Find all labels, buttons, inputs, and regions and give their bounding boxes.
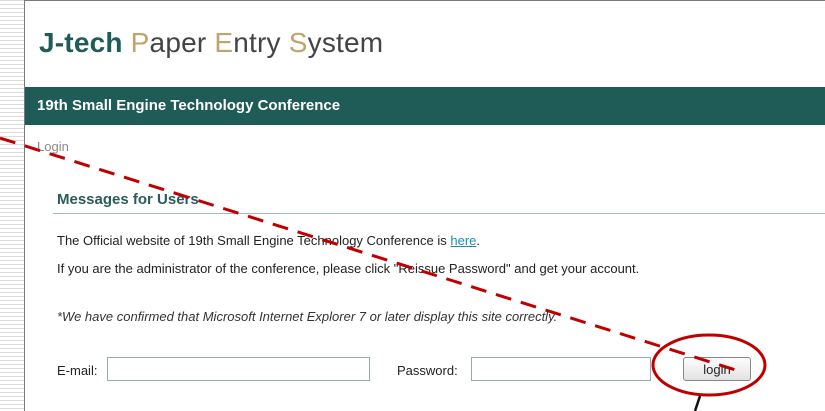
line1-suffix: . (476, 233, 481, 248)
password-field[interactable] (471, 357, 651, 381)
email-field[interactable] (107, 357, 370, 381)
logo-ntry: ntry (233, 27, 289, 58)
official-site-link[interactable]: here (450, 233, 476, 248)
login-button[interactable]: login (683, 357, 751, 381)
site-logo: J-tech Paper Entry System (39, 27, 383, 59)
logo-s: S (288, 27, 308, 58)
striped-margin (0, 0, 24, 411)
password-label: Password: (397, 363, 458, 378)
conference-title-bar: 19th Small Engine Technology Conference (25, 87, 825, 125)
logo-e: E (214, 27, 234, 58)
message-line-1: The Official website of 19th Small Engin… (57, 233, 480, 248)
message-line-2: If you are the administrator of the conf… (57, 261, 640, 276)
logo-ystem: ystem (307, 27, 384, 58)
breadcrumb: Login (37, 139, 69, 154)
messages-heading: Messages for Users (57, 191, 199, 208)
logo-aper: aper (149, 27, 215, 58)
logo-jtech: J-tech (39, 27, 123, 58)
browser-note: *We have confirmed that Microsoft Intern… (57, 309, 558, 324)
logo-p: P (130, 27, 150, 58)
heading-divider (53, 213, 825, 214)
page-frame: J-tech Paper Entry System 19th Small Eng… (24, 0, 825, 411)
email-label: E-mail: (57, 363, 98, 378)
line1-prefix: The Official website of 19th Small Engin… (57, 233, 451, 248)
